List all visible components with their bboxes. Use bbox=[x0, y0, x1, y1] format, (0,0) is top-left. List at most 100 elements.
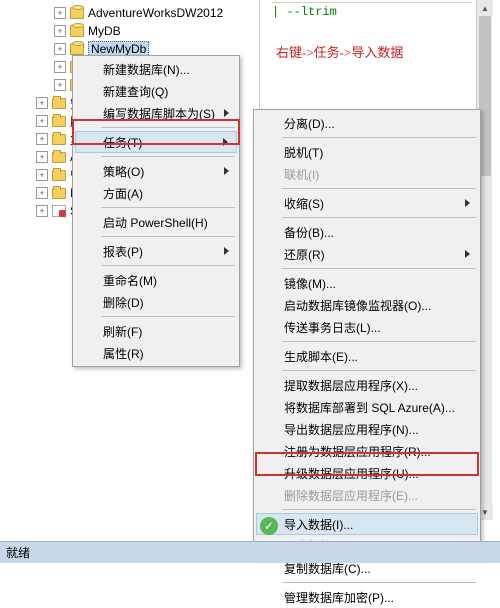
submenu-arrow-icon bbox=[224, 167, 229, 175]
database-context-menu[interactable]: 新建数据库(N)...新建查询(Q)编写数据库脚本为(S) 任务(T) 策略(O) 方… bbox=[72, 55, 240, 367]
expand-icon[interactable]: + bbox=[36, 151, 48, 163]
menu-separator bbox=[282, 341, 476, 342]
menu-separator bbox=[282, 509, 476, 510]
menu-item-label: 删除数据层应用程序(E)... bbox=[284, 487, 418, 504]
expand-icon[interactable]: + bbox=[36, 205, 48, 217]
menu-item[interactable]: 升级数据层应用程序(U)... bbox=[256, 462, 478, 484]
folder-icon bbox=[52, 170, 66, 181]
menu-item-label: 生成脚本(E)... bbox=[284, 348, 358, 365]
menu-item-label: 重命名(M) bbox=[103, 272, 157, 289]
menu-item[interactable]: 分离(D)... bbox=[256, 112, 478, 134]
folder-icon bbox=[52, 116, 66, 127]
menu-item-label: 注册为数据层应用程序(R)... bbox=[284, 443, 431, 460]
menu-item[interactable]: 编写数据库脚本为(S) bbox=[75, 102, 237, 124]
menu-separator bbox=[101, 127, 235, 128]
menu-item-label: 收缩(S) bbox=[284, 195, 324, 212]
menu-item[interactable]: 注册为数据层应用程序(R)... bbox=[256, 440, 478, 462]
menu-item-label: 传送事务日志(L)... bbox=[284, 319, 381, 336]
expand-icon[interactable]: + bbox=[54, 79, 66, 91]
submenu-arrow-icon bbox=[224, 109, 229, 117]
menu-item[interactable]: 启动 PowerShell(H) bbox=[75, 211, 237, 233]
expand-icon[interactable]: + bbox=[36, 169, 48, 181]
menu-item-label: 启动 PowerShell(H) bbox=[103, 214, 208, 231]
expand-icon[interactable]: + bbox=[36, 115, 48, 127]
expand-icon[interactable]: + bbox=[54, 61, 66, 73]
menu-item[interactable]: 提取数据层应用程序(X)... bbox=[256, 374, 478, 396]
menu-item[interactable]: 启动数据库镜像监视器(O)... bbox=[256, 294, 478, 316]
menu-item-label: 还原(R) bbox=[284, 246, 325, 263]
menu-item[interactable]: 方面(A) bbox=[75, 182, 237, 204]
scroll-up-arrow[interactable]: ▲ bbox=[477, 0, 493, 16]
menu-item-label: 管理数据库加密(P)... bbox=[284, 589, 394, 606]
menu-separator bbox=[101, 316, 235, 317]
submenu-arrow-icon bbox=[465, 199, 470, 207]
expand-icon[interactable]: + bbox=[36, 133, 48, 145]
menu-separator bbox=[101, 156, 235, 157]
sql-icon bbox=[52, 205, 66, 217]
db-icon bbox=[70, 43, 84, 55]
menu-item[interactable]: 报表(P) bbox=[75, 240, 237, 262]
menu-item[interactable]: 脱机(T) bbox=[256, 141, 478, 163]
menu-item[interactable]: 还原(R) bbox=[256, 243, 478, 265]
menu-item[interactable]: 策略(O) bbox=[75, 160, 237, 182]
menu-item-label: 属性(R) bbox=[103, 345, 144, 362]
expand-icon[interactable]: + bbox=[36, 187, 48, 199]
menu-item-label: 脱机(T) bbox=[284, 144, 323, 161]
menu-item-label: 刷新(F) bbox=[103, 323, 142, 340]
menu-item-label: 将数据库部署到 SQL Azure(A)... bbox=[284, 399, 455, 416]
expand-icon[interactable]: + bbox=[36, 97, 48, 109]
menu-item: 联机(I) bbox=[256, 163, 478, 185]
menu-item-label: 联机(I) bbox=[284, 166, 319, 183]
tree-item-label: AdventureWorksDW2012 bbox=[88, 6, 223, 20]
menu-item[interactable]: 任务(T) bbox=[75, 131, 237, 153]
menu-item[interactable]: 新建数据库(N)... bbox=[75, 58, 237, 80]
folder-icon bbox=[52, 152, 66, 163]
menu-item-label: 报表(P) bbox=[103, 243, 143, 260]
expand-icon[interactable]: + bbox=[54, 43, 66, 55]
menu-item-label: 启动数据库镜像监视器(O)... bbox=[284, 297, 431, 314]
menu-item-label: 导入数据(I)... bbox=[284, 516, 353, 533]
status-ok-icon: ✓ bbox=[260, 517, 278, 535]
menu-separator bbox=[282, 268, 476, 269]
db-icon bbox=[70, 7, 84, 19]
menu-item[interactable]: 导入数据(I)... bbox=[256, 513, 478, 535]
menu-item[interactable]: 将数据库部署到 SQL Azure(A)... bbox=[256, 396, 478, 418]
editor-code-snippet: | --ltrim bbox=[272, 2, 472, 19]
menu-separator bbox=[282, 188, 476, 189]
menu-item-label: 提取数据层应用程序(X)... bbox=[284, 377, 418, 394]
folder-icon bbox=[52, 188, 66, 199]
menu-separator bbox=[282, 582, 476, 583]
menu-item[interactable]: 删除(D) bbox=[75, 291, 237, 313]
menu-separator bbox=[282, 217, 476, 218]
menu-item[interactable]: 生成脚本(E)... bbox=[256, 345, 478, 367]
tasks-submenu[interactable]: 分离(D)... 脱机(T) 联机(I) 收缩(S) 备份(B)... 还原(R) 镜像(M… bbox=[253, 109, 481, 559]
expand-icon[interactable]: + bbox=[54, 7, 66, 19]
menu-item-label: 导出数据层应用程序(N)... bbox=[284, 421, 419, 438]
folder-icon bbox=[52, 134, 66, 145]
menu-item[interactable]: 镜像(M)... bbox=[256, 272, 478, 294]
menu-item[interactable]: 新建查询(Q) bbox=[75, 80, 237, 102]
tree-item[interactable]: + AdventureWorksDW2012 bbox=[0, 4, 259, 22]
tree-item[interactable]: +MyDB bbox=[0, 22, 259, 40]
menu-item-label: 删除(D) bbox=[103, 294, 144, 311]
submenu-arrow-icon bbox=[465, 250, 470, 258]
menu-item[interactable]: 属性(R) bbox=[75, 342, 237, 364]
menu-separator bbox=[101, 207, 235, 208]
menu-item-label: 备份(B)... bbox=[284, 224, 334, 241]
menu-item[interactable]: 重命名(M) bbox=[75, 269, 237, 291]
menu-item-label: 策略(O) bbox=[103, 163, 144, 180]
menu-item[interactable]: 导出数据层应用程序(N)... bbox=[256, 418, 478, 440]
menu-item[interactable]: 传送事务日志(L)... bbox=[256, 316, 478, 338]
submenu-arrow-icon bbox=[223, 138, 228, 146]
menu-item-label: 分离(D)... bbox=[284, 115, 335, 132]
menu-item: 删除数据层应用程序(E)... bbox=[256, 484, 478, 506]
menu-item-label: 升级数据层应用程序(U)... bbox=[284, 465, 419, 482]
menu-item[interactable]: 备份(B)... bbox=[256, 221, 478, 243]
submenu-arrow-icon bbox=[224, 247, 229, 255]
menu-item-label: 方面(A) bbox=[103, 185, 143, 202]
db-icon bbox=[70, 25, 84, 37]
expand-icon[interactable]: + bbox=[54, 25, 66, 37]
menu-item[interactable]: 收缩(S) bbox=[256, 192, 478, 214]
menu-item[interactable]: 刷新(F) bbox=[75, 320, 237, 342]
menu-item[interactable]: 管理数据库加密(P)... bbox=[256, 586, 478, 608]
